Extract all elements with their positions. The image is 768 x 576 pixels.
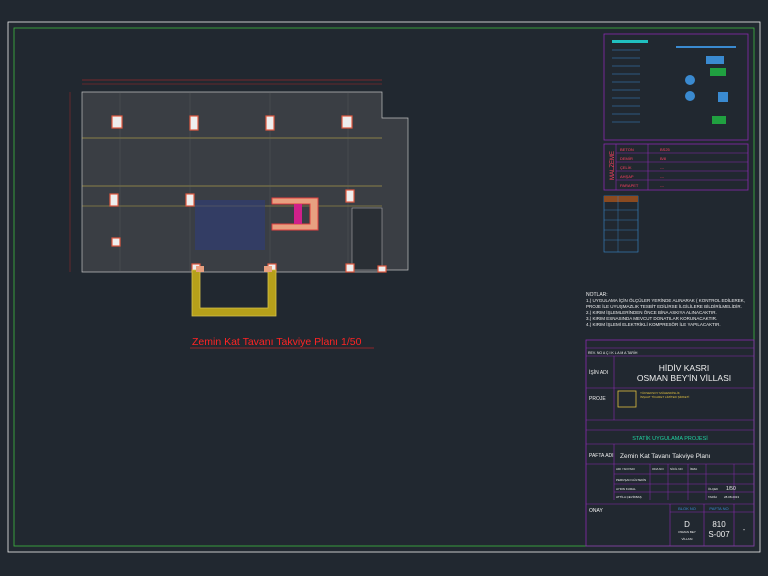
legend-lines	[612, 49, 640, 123]
pafta-adi: Zemin Kat Tavanı Takviye Planı	[620, 453, 711, 460]
cad-drawing-canvas[interactable]: Zemin Kat Tavanı Takviye Planı 1/50 MALZ…	[0, 0, 768, 576]
project-line-1: HİDİV KASRI	[659, 363, 710, 373]
plan-title: Zemin Kat Tavanı Takviye Planı 1/50	[192, 336, 362, 348]
blok-no: D	[684, 520, 690, 529]
column	[345, 263, 355, 273]
material-name: DEMİR	[620, 156, 633, 161]
material-value: ---	[660, 174, 665, 179]
material-name: BETON	[620, 147, 634, 152]
revision-mark: -	[743, 527, 746, 534]
plan-balcony	[191, 266, 277, 317]
people-header: ODA NO	[652, 467, 664, 471]
material-name: PARAPET	[620, 183, 639, 188]
blok-sub-2: VİLLASI	[681, 536, 692, 541]
plan-hatch-area	[195, 200, 265, 250]
column	[265, 115, 275, 131]
onay-label: ONAY	[589, 508, 603, 514]
blok-no-label: BLOK NO	[678, 506, 696, 511]
material-value: B/8	[660, 156, 667, 161]
material-table[interactable]: MALZEME BETON BS25 DEMİR B/8 ÇELİK --- A…	[603, 143, 749, 191]
company-line-2: İNŞAAT TİCARET LİMİTED ŞİRKETİ	[640, 394, 689, 399]
legend-symbols	[676, 46, 736, 124]
person-name: PERUŞAN GÜLTEKİN	[616, 477, 646, 482]
people-header: ADI / SOYADI	[616, 467, 635, 471]
legend-panel[interactable]	[603, 33, 749, 141]
column	[377, 265, 387, 273]
person-name: ATTİLA ÇEVİKBAŞ	[616, 494, 642, 499]
isin-adi-label: İŞİN ADI	[589, 369, 608, 376]
pafta-no-label: PAFTA NO	[709, 506, 728, 511]
column	[109, 193, 119, 207]
scale-value: 1/50	[726, 486, 736, 492]
column	[185, 193, 195, 207]
note-line: 1.) UYGULAMA İÇİN ÖLÇÜLER YERİNDE ALINAR…	[586, 297, 745, 303]
date-label: TARİH	[708, 494, 717, 499]
floor-plan[interactable]	[69, 79, 409, 317]
company-logo	[617, 390, 637, 408]
plan-magenta-element	[294, 204, 302, 224]
pafta-no-2: S-007	[708, 530, 730, 539]
column	[111, 115, 123, 129]
balcony-post	[196, 266, 204, 272]
statik-label: STATİK UYGULAMA PROJESİ	[632, 435, 708, 442]
legend-heading-bar	[612, 40, 648, 43]
rebar-schedule	[603, 195, 639, 253]
title-block[interactable]: REV. NO A Ç I K L A M A TARİH İŞİN ADI H…	[585, 339, 755, 547]
note-line: 2.) KIRIM İŞLEMLERİNDEN ÖNCE BİNA ASKIYA…	[586, 309, 717, 315]
people-header: İMZA	[690, 466, 697, 471]
material-name: AHŞAP	[620, 174, 634, 179]
date-value: 28.08.2013	[724, 495, 739, 499]
column	[341, 115, 353, 129]
revision-row: REV. NO A Ç I K L A M A TARİH	[588, 350, 638, 355]
plan-stair-zone	[351, 207, 383, 271]
note-line: 4.) KIRIM İŞLEMİ ELEKTRİKLİ KOMPRESÖR İL…	[586, 321, 721, 327]
notes-block: NOTLAR: 1.) UYGULAMA İÇİN ÖLÇÜLER YERİND…	[586, 292, 745, 327]
note-line: 3.) KIRIM ESNASINDA MEVCUT DONATILAR KOR…	[586, 316, 717, 321]
column	[345, 189, 355, 203]
pafta-adi-label: PAFTA ADI	[589, 453, 614, 459]
pafta-no-1: 810	[712, 520, 726, 529]
balcony-post	[264, 266, 272, 272]
proje-label: PROJE	[589, 396, 606, 402]
material-value: BS25	[660, 147, 671, 152]
material-side-label: MALZEME	[610, 151, 616, 180]
person-name: AYDIN KURAL	[616, 487, 636, 491]
project-line-2: OSMAN BEY'İN VİLLASI	[637, 373, 731, 383]
material-value: ---	[660, 183, 665, 188]
people-header: SİCİL NO	[670, 466, 683, 471]
material-value: ---	[660, 165, 665, 170]
material-name: ÇELİK	[620, 165, 632, 170]
column	[189, 115, 199, 131]
note-line: PROJE İLE UYUŞMAZLIK TESBİT EDİLİRSE İLG…	[586, 303, 742, 309]
blok-sub-1: OSMAN BEY	[678, 530, 696, 534]
column	[111, 237, 121, 247]
scale-label: ÖLÇEK	[708, 487, 718, 491]
